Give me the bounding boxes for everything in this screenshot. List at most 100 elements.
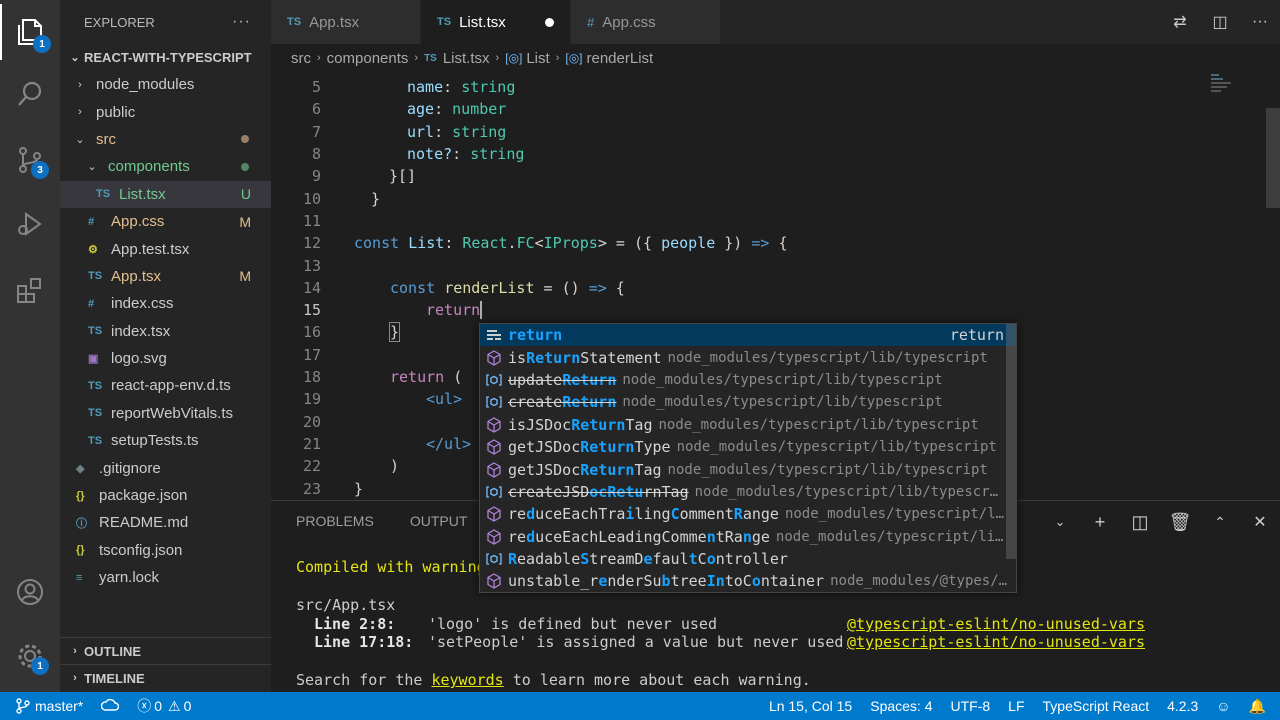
end-of-line[interactable]: LF	[999, 698, 1033, 714]
open-changes-icon[interactable]: ⇄	[1160, 12, 1200, 32]
symbol-variable-icon: [◎]	[565, 51, 583, 65]
tree-item-tsconfig-json[interactable]: {} tsconfig.json	[60, 537, 271, 564]
file-type-icon: TS	[88, 325, 103, 338]
file-type-icon: TS	[96, 188, 111, 201]
suggestion-item[interactable]: isJSDocReturnTag node_modules/typescript/…	[480, 414, 1016, 436]
source-control-icon[interactable]: 3	[0, 132, 60, 188]
error-icon: ⓧ	[137, 698, 152, 714]
split-terminal-icon[interactable]: ◫	[1120, 512, 1160, 533]
branch-indicator[interactable]: master*	[0, 698, 92, 714]
cursor-position[interactable]: Ln 15, Col 15	[760, 698, 861, 714]
feedback-icon[interactable]: ☺	[1207, 698, 1239, 714]
extensions-icon[interactable]	[0, 262, 60, 318]
code-token: }	[388, 322, 401, 343]
project-section[interactable]: ⌄ REACT-WITH-TYPESCRIPT	[60, 44, 271, 71]
breadcrumb-components[interactable]: components	[327, 50, 409, 67]
language-mode[interactable]: TypeScript React	[1034, 698, 1159, 714]
sync-icon[interactable]	[92, 699, 128, 713]
suggestion-description: node_modules/typescript/lib/typescr…	[694, 483, 999, 500]
file-type-icon: TS	[88, 434, 103, 447]
suggestion-item[interactable]: createJSDocReturnTag node_modules/typescr…	[480, 481, 1016, 503]
encoding[interactable]: UTF-8	[942, 698, 1000, 714]
tree-item-app-css[interactable]: # App.css M	[60, 208, 271, 235]
breadcrumb-src[interactable]: src	[291, 50, 311, 67]
tab-list-tsx[interactable]: TS List.tsx	[421, 0, 571, 44]
tree-item-gitignore[interactable]: ◆ .gitignore	[60, 454, 271, 481]
suggestion-description: node_modules/typescript/lib/typescript	[658, 416, 979, 433]
suggestion-item[interactable]: unstable_renderSubtreeIntoContainer node_…	[480, 570, 1016, 592]
breadcrumb-file[interactable]: List.tsx	[443, 50, 490, 67]
account-icon[interactable]	[0, 564, 60, 620]
line-number: 22	[302, 457, 321, 476]
notifications-bell-icon[interactable]: 🔔	[1240, 698, 1280, 715]
tree-item-setuptests-ts[interactable]: TS setupTests.ts	[60, 427, 271, 454]
tree-item-reportwebvitals-ts[interactable]: TS reportWebVitals.ts	[60, 400, 271, 427]
tree-item-react-app-env-d-ts[interactable]: TS react-app-env.d.ts	[60, 372, 271, 399]
suggestion-item[interactable]: createReturn node_modules/typescript/lib/…	[480, 391, 1016, 413]
suggestion-item[interactable]: updateReturn node_modules/typescript/lib/…	[480, 369, 1016, 391]
problems-indicator[interactable]: ⓧ 0 ⚠ 0	[128, 696, 200, 716]
more-actions-icon[interactable]: ···	[232, 13, 251, 31]
search-icon[interactable]	[0, 66, 60, 122]
suggest-scrollbar[interactable]	[1006, 324, 1016, 559]
git-status-badge: M	[239, 213, 251, 230]
terminal-dropdown-chevron-icon[interactable]: ⌄	[1040, 514, 1080, 530]
breadcrumb-list[interactable]: List	[526, 50, 549, 67]
more-actions-icon[interactable]: ···	[1240, 13, 1280, 31]
suggestion-item[interactable]: reduceEachTrailingCommentRange node_modul…	[480, 503, 1016, 525]
suggestion-item[interactable]: reduceEachLeadingCommentRange node_module…	[480, 526, 1016, 548]
tab-problems[interactable]: PROBLEMS	[296, 513, 374, 529]
close-panel-icon[interactable]: ✕	[1240, 512, 1280, 532]
tree-item-public[interactable]: › public	[60, 98, 271, 125]
tree-item-list-tsx[interactable]: TS List.tsx U	[60, 180, 271, 208]
typescript-file-icon: TS	[424, 52, 437, 64]
tree-item-package-json[interactable]: {} package.json	[60, 482, 271, 509]
tree-item-readme-md[interactable]: ⓘ README.md	[60, 509, 271, 536]
breadcrumb-renderlist[interactable]: renderList	[587, 50, 654, 67]
keywords-link[interactable]: keywords	[431, 671, 503, 689]
manage-gear-icon[interactable]: 1	[0, 628, 60, 684]
tree-item-index-tsx[interactable]: TS index.tsx	[60, 318, 271, 345]
code-line: 9}[]	[271, 165, 1205, 187]
kill-terminal-trash-icon[interactable]: 🗑	[1160, 512, 1200, 533]
tree-item-node-modules[interactable]: › node_modules	[60, 71, 271, 98]
suggestion-item[interactable]: isReturnStatement node_modules/typescript…	[480, 346, 1016, 368]
warning-rule-link[interactable]: @typescript-eslint/no-unused-vars	[847, 615, 1145, 633]
method-icon	[480, 573, 508, 590]
tree-item-label: setupTests.ts	[111, 432, 199, 450]
tree-item-yarn-lock[interactable]: ≡ yarn.lock	[60, 564, 271, 591]
tree-item-app-test-tsx[interactable]: ⚙ App.test.tsx	[60, 235, 271, 262]
indentation[interactable]: Spaces: 4	[861, 698, 941, 714]
autocomplete-suggest-widget[interactable]: return return isReturnStatement node_module…	[479, 323, 1017, 593]
code-line: 13	[271, 254, 1205, 276]
editor-actions: ⇄ ◫ ···	[1160, 0, 1280, 44]
chevron-right-icon: ›	[414, 52, 419, 64]
tree-item-app-tsx[interactable]: TS App.tsx M	[60, 263, 271, 290]
tree-item-src[interactable]: ⌄ src	[60, 126, 271, 153]
editor-scrollbar[interactable]	[1266, 108, 1280, 208]
tab-app-css[interactable]: # App.css	[571, 0, 721, 44]
tree-item-label: .gitignore	[99, 459, 161, 477]
unsaved-dot-icon[interactable]	[545, 17, 554, 27]
tab-app-tsx[interactable]: TS App.tsx	[271, 0, 421, 44]
new-terminal-plus-icon[interactable]: +	[1080, 512, 1120, 533]
typescript-version[interactable]: 4.2.3	[1158, 698, 1207, 714]
timeline-section[interactable]: › TIMELINE	[60, 664, 271, 691]
tree-item-index-css[interactable]: # index.css	[60, 290, 271, 317]
maximize-panel-chevron-up-icon[interactable]: ⌃	[1200, 514, 1240, 531]
code-token: number	[452, 100, 507, 119]
code-token: </ul>	[426, 434, 472, 453]
suggestion-item[interactable]: ReadableStreamDefaultController	[480, 548, 1016, 570]
suggestion-item[interactable]: getJSDocReturnTag node_modules/typescript…	[480, 458, 1016, 480]
split-editor-icon[interactable]: ◫	[1200, 12, 1240, 32]
tree-item-components[interactable]: ⌄ components	[60, 153, 271, 180]
tab-output[interactable]: OUTPUT	[410, 513, 468, 529]
warning-rule-link[interactable]: @typescript-eslint/no-unused-vars	[847, 633, 1145, 651]
suggestion-item[interactable]: getJSDocReturnType node_modules/typescrip…	[480, 436, 1016, 458]
tree-item-label: index.css	[111, 295, 174, 313]
explorer-icon[interactable]: 1	[0, 4, 60, 60]
outline-section[interactable]: › OUTLINE	[60, 637, 271, 664]
run-debug-icon[interactable]	[0, 196, 60, 252]
tree-item-logo-svg[interactable]: ▣ logo.svg	[60, 345, 271, 372]
suggestion-item[interactable]: return return	[480, 324, 1016, 347]
